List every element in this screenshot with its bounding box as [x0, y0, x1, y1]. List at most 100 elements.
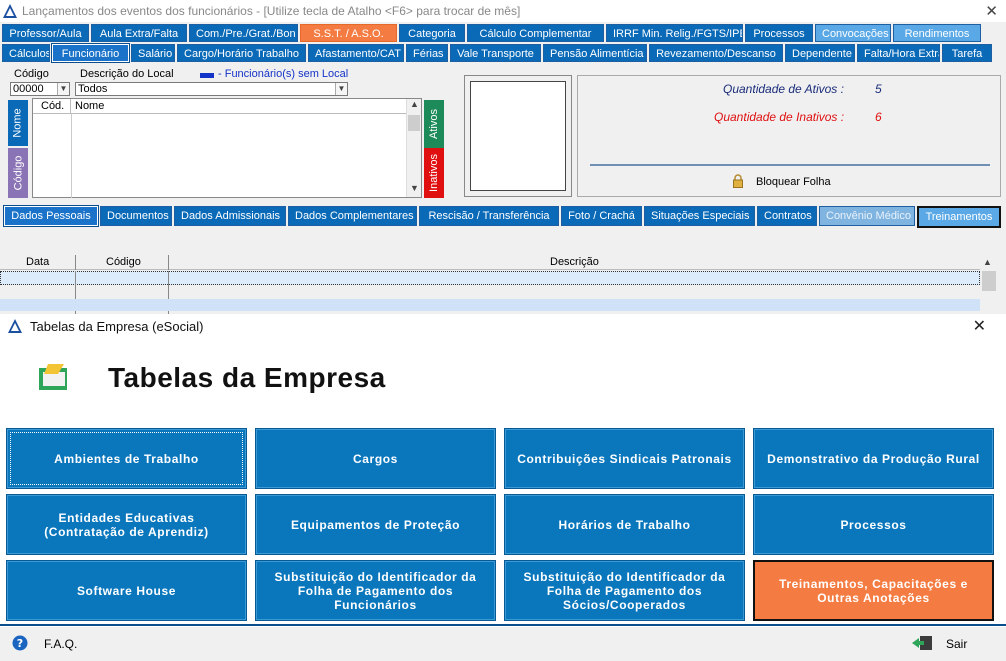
tab-processos[interactable]: Processos	[745, 24, 813, 42]
selected-row[interactable]	[0, 271, 980, 285]
tab-situações-especiais[interactable]: Situações Especiais	[644, 206, 755, 226]
scroll-thumb[interactable]	[408, 115, 420, 131]
tab-categoria[interactable]: Categoria	[399, 24, 465, 42]
table-button-label: Horários de Trabalho	[558, 517, 691, 532]
tab-tarefa[interactable]: Tarefa	[942, 44, 992, 62]
tab-cargo-horário-trabalho[interactable]: Cargo/Horário Trabalho	[177, 44, 306, 62]
col-nome[interactable]: Nome	[71, 99, 401, 113]
table-button-10[interactable]: Substituição do Identificador da Folha d…	[255, 560, 496, 621]
tab-rendimentos[interactable]: Rendimentos	[893, 24, 981, 42]
table-button-label: Demonstrativo da Produção Rural	[767, 451, 980, 466]
tab-dependente[interactable]: Dependente	[785, 44, 855, 62]
descricao-combo[interactable]: Todos ▼	[75, 82, 348, 96]
tab-dados-pessoais[interactable]: Dados Pessoais	[3, 205, 99, 227]
tabelas-empresa-dialog: Tabelas da Empresa (eSocial) ✕ Tabelas d…	[0, 314, 1006, 661]
bloquear-folha-label[interactable]: Bloquear Folha	[756, 176, 831, 188]
table-button-5[interactable]: Entidades Educativas (Contratação de Apr…	[6, 494, 247, 555]
sair-button[interactable]: Sair	[946, 637, 967, 651]
column-divider	[71, 114, 72, 198]
tab-foto-crachá[interactable]: Foto / Crachá	[561, 206, 642, 226]
tab-s-s-t-a-s-o[interactable]: S.S.T. / A.S.O.	[300, 24, 397, 42]
codigo-value: 00000	[13, 83, 44, 95]
table-button-label: Entidades Educativas (Contratação de Apr…	[44, 510, 209, 539]
col-cod[interactable]: Cód.	[33, 99, 71, 113]
table-button-label: Software House	[76, 583, 177, 598]
tab-treinamentos[interactable]: Treinamentos	[917, 206, 1001, 228]
tab-funcionário[interactable]: Funcionário	[51, 43, 130, 63]
descricao-label: Descrição do Local	[80, 68, 174, 80]
tab-férias[interactable]: Férias	[406, 44, 448, 62]
dialog-divider	[0, 624, 1006, 626]
dialog-titlebar: Tabelas da Empresa (eSocial) ✕	[0, 314, 1006, 338]
chevron-down-icon[interactable]: ▼	[335, 83, 347, 95]
table-button-7[interactable]: Horários de Trabalho	[504, 494, 745, 555]
vtab-nome[interactable]: Nome	[8, 100, 28, 146]
detail-tab-bar: Dados Pessoais Documentos Dados Admissiona…	[3, 205, 1003, 228]
tab-convocações[interactable]: Convocações	[815, 24, 891, 42]
legend-text: - Funcionário(s) sem Local	[218, 68, 349, 80]
inativos-label: Quantidade de Inativos :	[714, 110, 845, 124]
ativos-label: Quantidade de Ativos :	[723, 82, 844, 96]
tab-vale-transporte[interactable]: Vale Transporte	[450, 44, 541, 62]
table-button-4[interactable]: Demonstrativo da Produção Rural	[753, 428, 994, 489]
tab-documentos[interactable]: Documentos	[100, 206, 172, 226]
chevron-down-icon[interactable]: ▼	[57, 83, 69, 95]
vtab-inativos[interactable]: Inativos	[424, 148, 444, 198]
tab-rescisão-transferência[interactable]: Rescisão / Transferência	[419, 206, 559, 226]
employee-grid-scrollbar[interactable]: ▲ ▼	[406, 99, 421, 197]
tab-contratos[interactable]: Contratos	[757, 206, 817, 226]
legend-swatch	[200, 73, 214, 78]
tab-salário[interactable]: Salário	[131, 44, 175, 62]
close-icon[interactable]: ✕	[973, 316, 986, 336]
descricao-value: Todos	[78, 83, 108, 95]
col-descricao[interactable]: Descrição	[550, 256, 599, 268]
tab-com-pre-grat-bon[interactable]: Com./Pre./Grat./Bon	[189, 24, 298, 42]
tab-irrf-min-relig-fgts-ipesp[interactable]: IRRF Min. Relig./FGTS/IPESP	[606, 24, 743, 42]
exit-icon[interactable]	[912, 635, 934, 651]
app-logo-icon	[8, 319, 22, 333]
tab-dados-complementares[interactable]: Dados Complementares	[288, 206, 417, 226]
lock-icon[interactable]	[733, 174, 743, 188]
scroll-down-icon[interactable]: ▼	[407, 183, 422, 197]
table-button-6[interactable]: Equipamentos de Proteção	[255, 494, 496, 555]
scroll-up-icon[interactable]: ▲	[407, 99, 422, 113]
events-grid-scrollbar[interactable]: ▲	[980, 255, 998, 313]
table-button-1[interactable]: Ambientes de Trabalho	[6, 428, 247, 489]
codigo-label: Código	[14, 68, 49, 80]
table-button-3[interactable]: Contribuições Sindicais Patronais	[504, 428, 745, 489]
table-button-12[interactable]: Treinamentos, Capacitações e Outras Anot…	[753, 560, 994, 621]
col-codigo[interactable]: Código	[106, 256, 141, 268]
tab-cálculo-complementar[interactable]: Cálculo Complementar	[467, 24, 604, 42]
tab-falta-hora-extra[interactable]: Falta/Hora Extra	[857, 44, 940, 62]
faq-link[interactable]: F.A.Q.	[44, 637, 77, 651]
table-row[interactable]	[0, 299, 980, 311]
table-button-label: Processos	[840, 517, 907, 532]
table-button-2[interactable]: Cargos	[255, 428, 496, 489]
tab-aula-extra-falta[interactable]: Aula Extra/Falta	[91, 24, 187, 42]
inativos-value: 6	[875, 110, 882, 124]
tab-dados-admissionais[interactable]: Dados Admissionais	[174, 206, 286, 226]
help-icon[interactable]: ?	[12, 635, 28, 651]
tab-cálculos[interactable]: Cálculos	[2, 44, 50, 62]
table-button-9[interactable]: Software House	[6, 560, 247, 621]
tab-professor-aula[interactable]: Professor/Aula	[2, 24, 89, 42]
tab-pensão-alimentícia[interactable]: Pensão Alimentícia	[543, 44, 647, 62]
col-data[interactable]: Data	[26, 256, 49, 268]
table-button-label: Ambientes de Trabalho	[54, 451, 199, 466]
events-grid[interactable]: Data Código Descrição ▲	[0, 255, 1000, 315]
codigo-combo[interactable]: 00000 ▼	[10, 82, 70, 96]
column-divider	[168, 255, 169, 270]
scroll-up-icon[interactable]: ▲	[983, 257, 992, 267]
table-button-11[interactable]: Substituição do Identificador da Folha d…	[504, 560, 745, 621]
window-title: Lançamentos dos eventos dos funcionários…	[22, 4, 521, 18]
tab-afastamento-cat[interactable]: Afastamento/CAT	[308, 44, 404, 62]
close-icon[interactable]: ✕	[985, 2, 998, 20]
scroll-thumb[interactable]	[982, 271, 996, 291]
vtab-codigo[interactable]: Código	[8, 148, 28, 198]
vtab-ativos[interactable]: Ativos	[424, 100, 444, 148]
employee-grid[interactable]: Cód. Nome ▲ ▼	[32, 98, 422, 198]
table-button-8[interactable]: Processos	[753, 494, 994, 555]
tab-revezamento-descanso[interactable]: Revezamento/Descanso	[649, 44, 783, 62]
table-button-label: Equipamentos de Proteção	[290, 517, 461, 532]
tab-convênio-médico[interactable]: Convênio Médico	[819, 206, 915, 226]
